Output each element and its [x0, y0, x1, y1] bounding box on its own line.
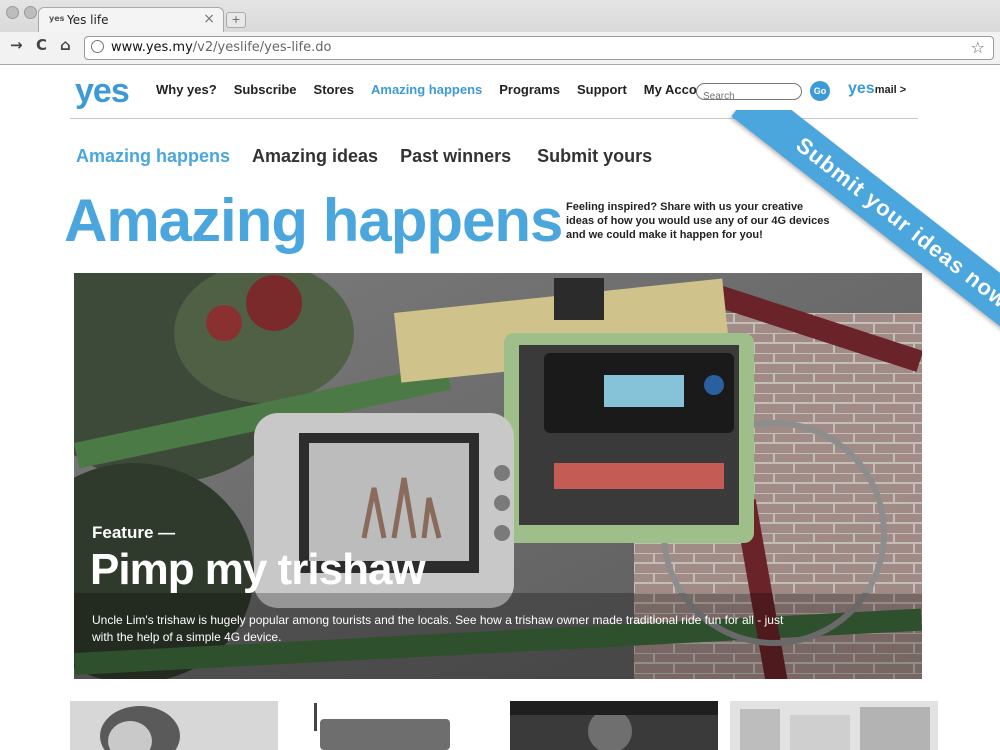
- url-text: www.yes.my/v2/yeslife/yes-life.do: [111, 40, 332, 55]
- search-go-button[interactable]: Go: [810, 81, 830, 101]
- yesmail-link[interactable]: yesmail >: [848, 80, 906, 98]
- feature-label: Feature —: [92, 523, 176, 542]
- yes-favicon-icon: yes: [49, 14, 65, 23]
- search-box: [696, 83, 802, 104]
- browser-chrome: yes Yes life × + → C ⌂ www.yes.my/v2/yes…: [0, 0, 1000, 65]
- search-input[interactable]: [703, 89, 795, 104]
- subnav-amazing-happens[interactable]: Amazing happens: [76, 146, 230, 167]
- subnav-past-winners[interactable]: Past winners: [400, 146, 511, 167]
- reload-icon[interactable]: C: [36, 36, 47, 54]
- nav-amazing-happens[interactable]: Amazing happens: [371, 82, 482, 97]
- address-bar[interactable]: www.yes.my/v2/yeslife/yes-life.do ☆: [84, 36, 994, 60]
- main-nav: Why yes? Subscribe Stores Amazing happen…: [156, 82, 717, 97]
- subnav-submit-yours[interactable]: Submit yours: [537, 146, 652, 167]
- browser-tab[interactable]: yes Yes life ×: [38, 7, 224, 33]
- thumbnail-4[interactable]: [730, 701, 938, 750]
- thumbnail-1-image: [70, 701, 278, 750]
- nav-stores[interactable]: Stores: [314, 82, 354, 97]
- yes-logo[interactable]: yes: [75, 72, 130, 111]
- feature-description: Uncle Lim's trishaw is hugely popular am…: [92, 613, 784, 644]
- new-tab-button[interactable]: +: [226, 12, 246, 28]
- thumbnail-3[interactable]: [510, 701, 718, 750]
- thumbnail-4-image: [730, 701, 938, 750]
- globe-icon: [91, 40, 104, 53]
- tab-title: Yes life: [67, 13, 109, 27]
- forward-icon[interactable]: →: [10, 36, 23, 54]
- thumbnail-2[interactable]: [300, 701, 508, 750]
- close-tab-icon[interactable]: ×: [203, 11, 215, 27]
- yesmail-brand: yes: [848, 80, 875, 97]
- feature-banner[interactable]: Feature — Pimp my trishaw Uncle Lim's tr…: [74, 273, 922, 679]
- nav-programs[interactable]: Programs: [499, 82, 560, 97]
- thumbnail-1[interactable]: [70, 701, 278, 750]
- browser-toolbar: → C ⌂ www.yes.my/v2/yeslife/yes-life.do …: [0, 32, 1000, 64]
- minimize-window-icon[interactable]: [24, 6, 37, 19]
- sub-nav: Amazing happens Amazing ideas Past winne…: [76, 146, 652, 167]
- nav-subscribe[interactable]: Subscribe: [234, 82, 297, 97]
- thumbnail-3-image: [510, 701, 718, 750]
- thumbnail-2-image: [300, 701, 508, 750]
- hero-title: Amazing happens: [64, 187, 563, 254]
- home-icon[interactable]: ⌂: [60, 36, 71, 54]
- bookmark-star-icon[interactable]: ☆: [971, 38, 985, 57]
- feature-title[interactable]: Pimp my trishaw: [90, 545, 426, 595]
- nav-support[interactable]: Support: [577, 82, 627, 97]
- close-window-icon[interactable]: [6, 6, 19, 19]
- tab-bar: yes Yes life × +: [0, 0, 1000, 33]
- yesmail-label: mail >: [874, 84, 907, 96]
- subnav-amazing-ideas[interactable]: Amazing ideas: [252, 146, 378, 167]
- window-controls: [6, 6, 37, 19]
- nav-why-yes[interactable]: Why yes?: [156, 82, 217, 97]
